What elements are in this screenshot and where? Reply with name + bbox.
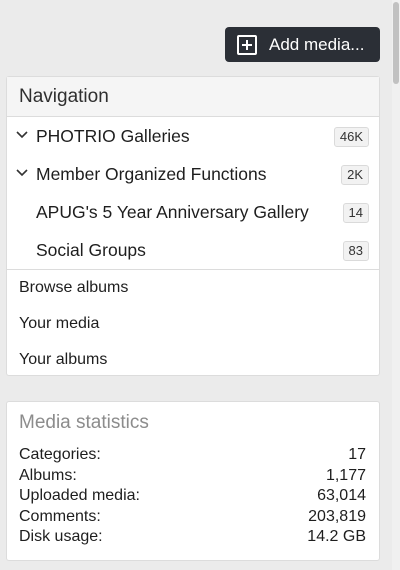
stat-label: Comments:	[19, 507, 101, 525]
scrollbar-thumb[interactable]	[393, 2, 399, 84]
nav-item-social-groups[interactable]: Social Groups 83	[7, 231, 379, 269]
stat-row: Uploaded media: 63,014	[19, 486, 366, 507]
stat-value: 203,819	[308, 507, 366, 525]
page-scrollbar[interactable]	[392, 0, 400, 570]
plus-square-icon	[237, 34, 257, 55]
add-media-button[interactable]: Add media...	[225, 27, 380, 62]
media-statistics-block: Media statistics Categories: 17 Albums: …	[6, 401, 380, 561]
count-badge: 46K	[333, 127, 369, 147]
count-badge: 2K	[341, 165, 369, 185]
stat-value: 63,014	[317, 487, 366, 505]
nav-item-member-organized-functions[interactable]: Member Organized Functions 2K	[7, 155, 379, 193]
stat-label: Categories:	[19, 446, 101, 463]
stat-value: 17	[348, 446, 366, 463]
nav-item-label: PHOTRIO Galleries	[36, 125, 190, 146]
media-statistics-title: Media statistics	[19, 412, 149, 433]
browse-albums-link[interactable]: Browse albums	[7, 270, 379, 306]
stat-label: Uploaded media:	[19, 487, 140, 505]
your-albums-link[interactable]: Your albums	[7, 342, 379, 378]
stat-row: Comments: 203,819	[19, 507, 366, 528]
stats-list: Categories: 17 Albums: 1,177 Uploaded me…	[7, 445, 379, 548]
stat-row: Categories: 17	[19, 445, 366, 466]
navigation-title: Navigation	[7, 77, 379, 117]
stat-row: Disk usage: 14.2 GB	[19, 527, 366, 548]
your-media-link[interactable]: Your media	[7, 306, 379, 342]
chevron-down-icon[interactable]	[15, 128, 29, 142]
stat-value: 14.2 GB	[307, 528, 366, 546]
count-badge: 14	[342, 203, 369, 223]
nav-item-photrio-galleries[interactable]: PHOTRIO Galleries 46K	[7, 117, 379, 155]
stat-value: 1,177	[325, 466, 366, 484]
nav-item-label: Social Groups	[36, 239, 146, 260]
stat-row: Albums: 1,177	[19, 466, 366, 487]
add-media-label: Add media...	[269, 34, 365, 54]
count-badge: 83	[342, 241, 369, 261]
stat-label: Disk usage:	[19, 528, 103, 546]
stat-label: Albums:	[19, 466, 77, 484]
navigation-block: Navigation PHOTRIO Galleries 46K Member …	[6, 76, 380, 376]
nav-item-apug-anniversary-gallery[interactable]: APUG's 5 Year Anniversary Gallery 14	[7, 193, 379, 231]
nav-item-label: APUG's 5 Year Anniversary Gallery	[36, 201, 309, 222]
nav-item-label: Member Organized Functions	[36, 163, 267, 184]
chevron-down-icon[interactable]	[15, 166, 29, 180]
